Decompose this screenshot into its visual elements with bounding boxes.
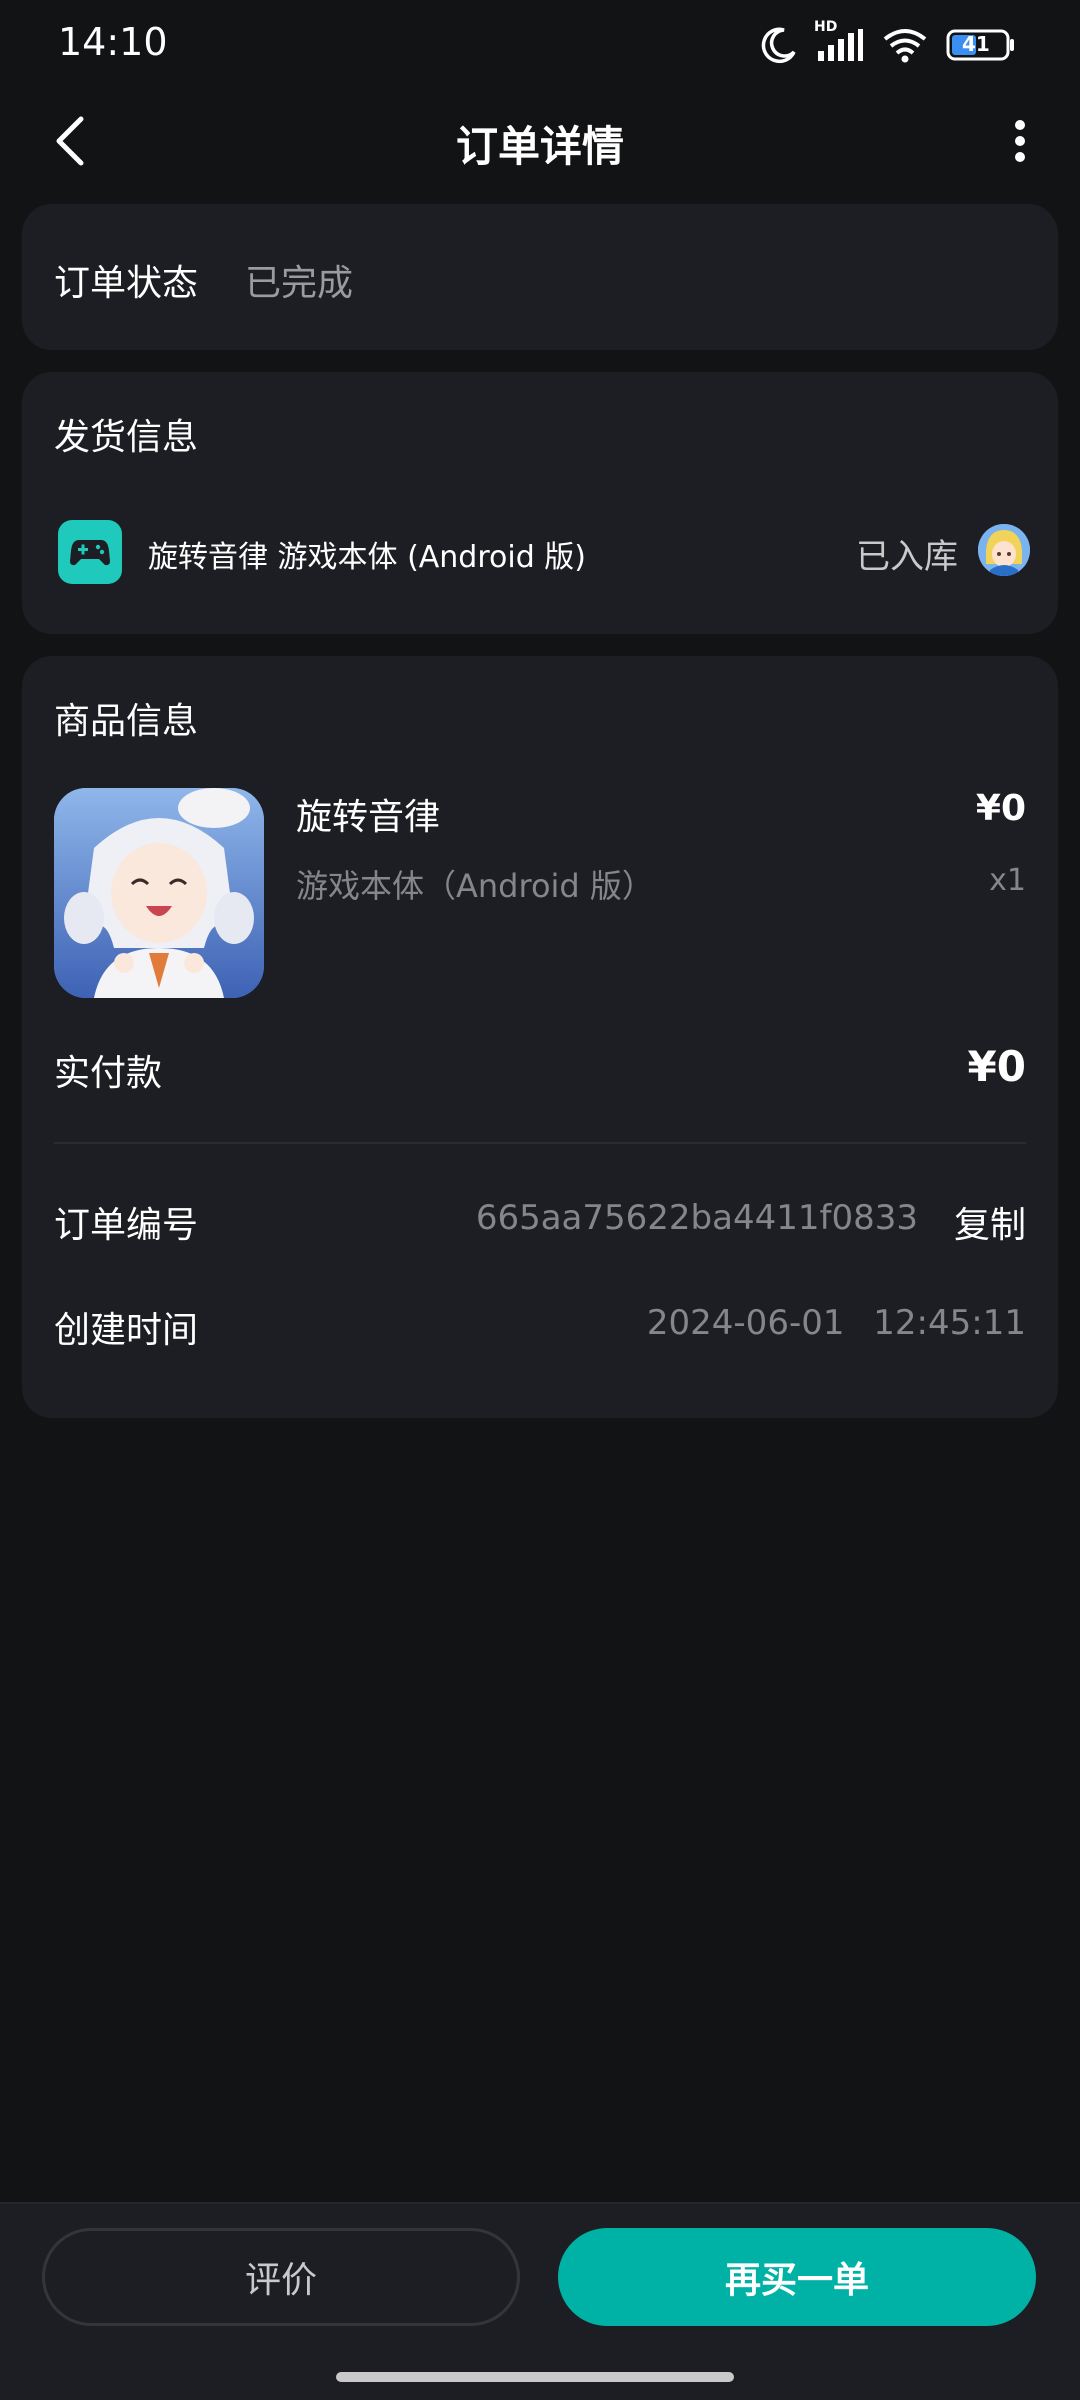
wifi-icon — [882, 27, 928, 63]
rebuy-button[interactable]: 再买一单 — [558, 2228, 1036, 2326]
created-time-label: 创建时间 — [54, 1310, 199, 1351]
status-icons: HD 41 — [760, 19, 1016, 68]
divider — [54, 1142, 1026, 1144]
product-cover-image[interactable] — [54, 788, 264, 998]
paid-value: ¥0 — [967, 1042, 1026, 1091]
more-vertical-icon — [1015, 120, 1025, 162]
moon-icon — [760, 26, 798, 64]
gamepad-icon — [58, 520, 122, 584]
battery-icon: 41 — [946, 28, 1016, 62]
product-section-title: 商品信息 — [54, 701, 199, 742]
order-number-label: 订单编号 — [54, 1205, 199, 1246]
delivery-title: 发货信息 — [54, 417, 199, 458]
order-detail-screen: 14:10 HD 41 订单详情 订单状态 已完成 发货信息 旋转音律 游戏本体… — [0, 0, 1080, 2400]
order-status-card: 订单状态 已完成 — [22, 204, 1058, 350]
order-status-label: 订单状态 — [54, 263, 199, 304]
nav-bar: 订单详情 — [0, 95, 1080, 187]
product-variant: 游戏本体（Android 版） — [296, 867, 654, 905]
product-name: 旋转音律 — [296, 797, 441, 838]
battery-level: 41 — [962, 32, 990, 56]
status-time: 14:10 — [58, 20, 168, 64]
order-number-value: 665aa75622ba4411f0833 — [475, 1198, 918, 1238]
product-card: 商品信息 旋转音律 游戏本体（Android 版） ¥0 x1 实付款 ¥0 订… — [22, 656, 1058, 1418]
copy-button[interactable]: 复制 — [954, 1196, 1026, 1248]
order-status-value: 已完成 — [245, 263, 354, 304]
home-indicator[interactable] — [336, 2372, 734, 2382]
product-price: ¥0 — [975, 788, 1026, 829]
review-button[interactable]: 评价 — [42, 2228, 520, 2326]
product-quantity: x1 — [989, 863, 1026, 898]
page-title: 订单详情 — [455, 122, 624, 171]
network-badge: HD — [814, 19, 838, 35]
delivery-item-name: 旋转音律 游戏本体 (Android 版) — [148, 540, 587, 575]
created-time-value: 2024-06-01 12:45:11 — [646, 1303, 1026, 1343]
avatar[interactable] — [978, 524, 1030, 576]
bottom-action-bar: 评价 再买一单 — [0, 2202, 1080, 2400]
more-button[interactable] — [990, 109, 1050, 173]
signal-icon: HD — [814, 19, 864, 63]
status-bar: 14:10 HD 41 — [0, 0, 1080, 90]
delivery-status: 已入库 — [856, 537, 958, 577]
delivery-card: 发货信息 旋转音律 游戏本体 (Android 版) 已入库 — [22, 372, 1058, 634]
paid-label: 实付款 — [54, 1053, 163, 1094]
